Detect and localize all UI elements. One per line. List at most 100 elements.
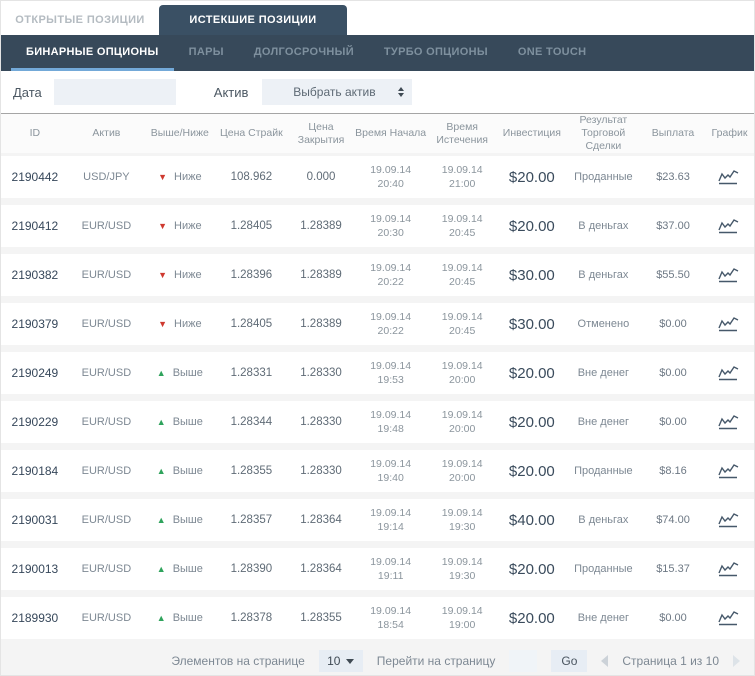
- direction-down-icon: ▼: [158, 318, 167, 329]
- chart-cell: [705, 315, 754, 333]
- go-button[interactable]: Go: [551, 650, 588, 672]
- position-id: 2190412: [11, 218, 59, 233]
- nav-item-pairs[interactable]: ПАРЫ: [174, 35, 239, 71]
- trade-result: Вне денег: [577, 366, 630, 379]
- strike-price: 1.28405: [230, 317, 273, 330]
- nav-item-one-touch[interactable]: ONE TOUCH: [503, 35, 602, 71]
- direction-label: Ниже: [174, 317, 202, 330]
- chart-cell: [705, 609, 754, 627]
- goto-page-input[interactable]: [509, 650, 538, 672]
- position-id: 2190184: [11, 463, 59, 478]
- trade-result: В деньгах: [578, 268, 629, 281]
- nav-item-turbo-options[interactable]: ТУРБО ОПЦИОНЫ: [369, 35, 503, 71]
- table-row: 2190249 EUR/USD ▲ Выше 1.28331 1.28330 1…: [1, 352, 754, 394]
- expiry-time: 19.09.14 20:45: [441, 311, 483, 337]
- column-header: Время Истечения: [436, 120, 488, 146]
- direction-label: Выше: [172, 415, 203, 428]
- chart-cell: [705, 168, 754, 186]
- chart-icon[interactable]: [717, 560, 741, 578]
- chart-icon[interactable]: [717, 413, 741, 431]
- column-header: Цена Закрытия: [297, 120, 345, 146]
- chart-icon[interactable]: [717, 168, 741, 186]
- start-time: 19.09.14 20:30: [370, 213, 412, 239]
- asset: EUR/USD: [81, 513, 132, 526]
- option-type-nav: БИНАРНЫЕ ОПЦИОНЫ ПАРЫ ДОЛГОСРОЧНЫЙ ТУРБО…: [1, 35, 754, 71]
- tab-open-positions[interactable]: ОТКРЫТЫЕ ПОЗИЦИИ: [1, 5, 159, 35]
- direction-label: Выше: [172, 366, 203, 379]
- chart-icon[interactable]: [717, 217, 741, 235]
- chart-icon[interactable]: [717, 315, 741, 333]
- close-price: 1.28389: [300, 317, 342, 330]
- tab-expired-positions[interactable]: ИСТЕКШИЕ ПОЗИЦИИ: [159, 5, 347, 35]
- strike-price: 1.28378: [230, 611, 273, 624]
- investment: $20.00: [508, 609, 555, 627]
- column-header: Цена Страйк: [220, 127, 283, 139]
- direction: ▼ Ниже: [144, 318, 216, 331]
- direction: ▼ Ниже: [144, 171, 216, 184]
- chart-icon[interactable]: [717, 266, 741, 284]
- column-header: Результат Торговой Сделки: [579, 114, 628, 152]
- column-header: Выше/Ниже: [150, 127, 209, 139]
- payout: $23.63: [656, 170, 690, 183]
- table-row: 2190184 EUR/USD ▲ Выше 1.28355 1.28330 1…: [1, 450, 754, 492]
- direction-label: Выше: [172, 611, 203, 624]
- next-page-icon[interactable]: [733, 655, 740, 667]
- chart-icon[interactable]: [717, 364, 741, 382]
- table-row: 2190442 USD/JPY ▼ Ниже 108.962 0.000 19.…: [1, 156, 754, 198]
- start-time: 19.09.14 19:11: [370, 556, 412, 582]
- payout: $15.37: [656, 562, 690, 575]
- trade-result: Проданные: [574, 562, 633, 575]
- close-price: 1.28389: [300, 219, 342, 232]
- investment: $20.00: [508, 413, 555, 431]
- asset: EUR/USD: [81, 611, 132, 624]
- direction: ▲ Выше: [144, 416, 216, 429]
- nav-item-long-term[interactable]: ДОЛГОСРОЧНЫЙ: [239, 35, 369, 71]
- strike-price: 1.28331: [230, 366, 273, 379]
- close-price: 1.28389: [300, 268, 342, 281]
- direction-label: Выше: [172, 562, 203, 575]
- pagination-bar: Элементов на странице 10 Перейти на стра…: [1, 646, 754, 675]
- column-header: Инвестиция: [502, 127, 561, 139]
- asset-select[interactable]: Выбрать актив: [262, 79, 413, 105]
- direction: ▼ Ниже: [144, 269, 216, 282]
- chart-icon[interactable]: [717, 462, 741, 480]
- chart-icon[interactable]: [717, 609, 741, 627]
- table-row: 2190031 EUR/USD ▲ Выше 1.28357 1.28364 1…: [1, 499, 754, 541]
- asset: EUR/USD: [81, 219, 132, 232]
- direction-label: Ниже: [174, 219, 202, 232]
- asset: EUR/USD: [81, 415, 132, 428]
- strike-price: 1.28357: [230, 513, 273, 526]
- investment: $30.00: [508, 315, 555, 333]
- expiry-time: 19.09.14 19:00: [441, 605, 483, 631]
- items-per-page-select[interactable]: 10: [318, 650, 363, 672]
- nav-item-binary-options[interactable]: БИНАРНЫЕ ОПЦИОНЫ: [11, 35, 174, 71]
- trade-result: Вне денег: [577, 611, 630, 624]
- direction-up-icon: ▲: [156, 367, 166, 378]
- date-filter-input[interactable]: [53, 79, 176, 105]
- asset-filter-label: Актив: [213, 84, 249, 100]
- direction-up-icon: ▲: [156, 563, 166, 574]
- previous-page-icon[interactable]: [601, 655, 609, 667]
- position-id: 2190031: [11, 512, 59, 527]
- trade-result: В деньгах: [578, 219, 629, 232]
- payout: $74.00: [656, 513, 690, 526]
- position-id: 2190442: [11, 169, 59, 184]
- position-id: 2190013: [11, 561, 59, 576]
- position-id: 2190379: [11, 316, 59, 331]
- payout: $0.00: [659, 611, 687, 624]
- expiry-time: 19.09.14 20:45: [441, 213, 483, 239]
- investment: $20.00: [508, 217, 555, 235]
- investment: $40.00: [508, 511, 555, 529]
- strike-price: 1.28355: [230, 464, 273, 477]
- direction: ▲ Выше: [144, 367, 216, 380]
- column-header: Актив: [92, 127, 121, 139]
- strike-price: 108.962: [230, 170, 273, 183]
- strike-price: 1.28390: [230, 562, 273, 575]
- filter-bar: Дата Актив Выбрать актив: [1, 71, 754, 113]
- chart-cell: [705, 364, 754, 382]
- trade-result: Вне денег: [577, 415, 630, 428]
- asset: USD/JPY: [83, 170, 130, 183]
- start-time: 19.09.14 19:40: [370, 458, 412, 484]
- table-row: 2190382 EUR/USD ▼ Ниже 1.28396 1.28389 1…: [1, 254, 754, 296]
- chart-icon[interactable]: [717, 511, 741, 529]
